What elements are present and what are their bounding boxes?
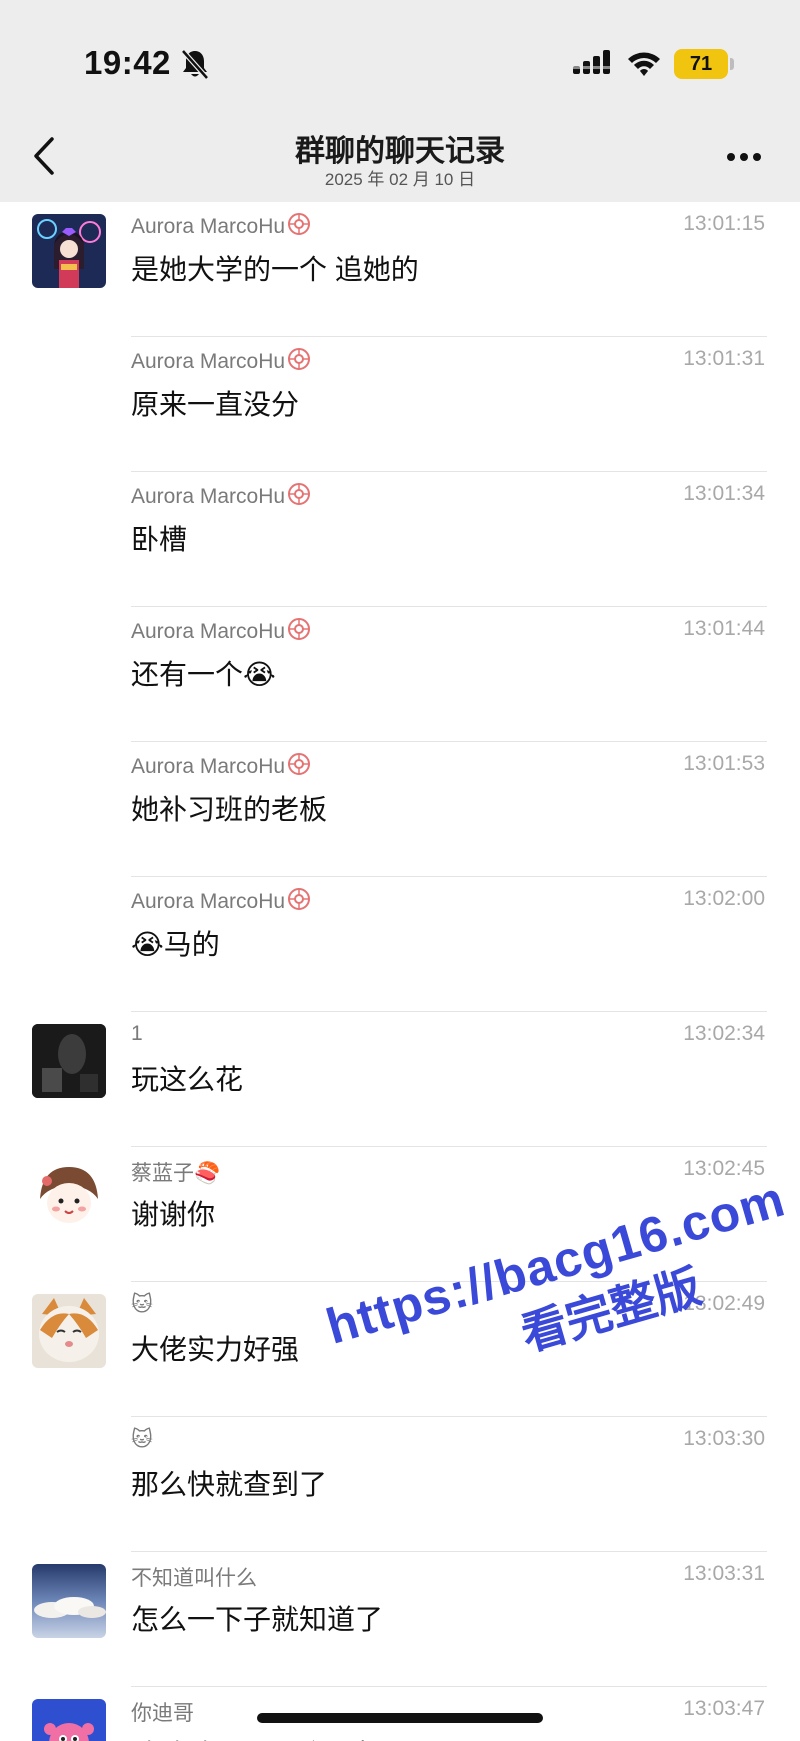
sender-name: Aurora MarcoHu: [131, 212, 311, 239]
message-item[interactable]: 蔡蓝子🍣 13:02:45 谢谢你: [0, 1147, 800, 1282]
sender-name: Aurora MarcoHu: [131, 887, 311, 914]
message-text: 大佬实力好强: [131, 1334, 300, 1365]
message-text: 还有一个😭: [131, 659, 276, 690]
top-area: 19:42 71 群聊的聊天记录 2025 年 02 月 10 日: [0, 0, 800, 202]
avatar-sky[interactable]: [32, 1564, 106, 1638]
sender-name: 不知道叫什么: [131, 1567, 257, 1590]
message-item[interactable]: Aurora MarcoHu 13:02:00 😭马的: [0, 877, 800, 1012]
message-item[interactable]: 🐱 13:03:30 那么快就查到了: [0, 1417, 800, 1552]
message-time: 13:01:15: [683, 212, 765, 235]
message-time: 13:03:31: [683, 1562, 765, 1585]
battery-cap: [730, 58, 734, 70]
sender-name: 🐱: [131, 1428, 153, 1451]
message-text: 哈哈哈？一下个一起？: [131, 1733, 411, 1741]
sender-name: Aurora MarcoHu: [131, 347, 311, 374]
message-item[interactable]: 🐱 13:02:49 大佬实力好强: [0, 1282, 800, 1417]
sender-name: 蔡蓝子🍣: [131, 1162, 221, 1185]
sender-name: 你迪哥: [131, 1702, 194, 1725]
message-item[interactable]: 1 13:02:34 玩这么花: [0, 1012, 800, 1147]
message-time: 13:01:53: [683, 752, 765, 775]
message-item[interactable]: Aurora MarcoHu 13:01:44 还有一个😭: [0, 607, 800, 742]
message-time: 13:01:34: [683, 482, 765, 505]
message-text: 那么快就查到了: [131, 1469, 328, 1500]
badge-icon: [288, 753, 311, 775]
message-time: 13:03:30: [683, 1427, 765, 1450]
badge-icon: [288, 618, 311, 640]
battery-icon: 71: [674, 49, 728, 79]
message-time: 13:01:31: [683, 347, 765, 370]
message-time: 13:02:00: [683, 887, 765, 910]
wifi-icon: [628, 52, 660, 76]
message-time: 13:02:34: [683, 1022, 765, 1045]
message-text: 原来一直没分: [131, 389, 300, 420]
message-time: 13:02:49: [683, 1292, 765, 1315]
avatar-cartoon-girl[interactable]: [32, 1159, 106, 1233]
avatar-cat[interactable]: [32, 1294, 106, 1368]
message-item[interactable]: 不知道叫什么 13:03:31 怎么一下子就知道了: [0, 1552, 800, 1687]
page-title: 群聊的聊天记录: [295, 135, 505, 168]
message-text: 是她大学的一个 追她的: [131, 254, 419, 285]
sender-name: Aurora MarcoHu: [131, 752, 311, 779]
badge-icon: [288, 213, 311, 235]
message-text: 谢谢你: [131, 1199, 216, 1230]
message-text: 怎么一下子就知道了: [131, 1604, 384, 1635]
bell-off-icon: [181, 49, 209, 80]
message-text: 😭马的: [131, 929, 220, 960]
message-time: 13:03:47: [683, 1697, 765, 1720]
sender-name: 🐱: [131, 1293, 153, 1316]
message-text: 玩这么花: [131, 1064, 244, 1095]
more-horizontal-icon[interactable]: [726, 152, 762, 162]
page-subtitle-date: 2025 年 02 月 10 日: [324, 170, 476, 189]
badge-icon: [288, 888, 311, 910]
message-list[interactable]: Aurora MarcoHu 13:01:15 是她大学的一个 追她的 Auro…: [0, 202, 800, 1741]
status-bar: 19:42 71: [0, 0, 800, 120]
sender-name: Aurora MarcoHu: [131, 617, 311, 644]
message-item[interactable]: Aurora MarcoHu 13:01:34 卧槽: [0, 472, 800, 607]
message-text: 卧槽: [131, 524, 188, 555]
message-time: 13:01:44: [683, 617, 765, 640]
battery-level: 71: [689, 53, 713, 75]
sender-name: Aurora MarcoHu: [131, 482, 311, 509]
avatar-dark-photo[interactable]: [32, 1024, 106, 1098]
message-item[interactable]: Aurora MarcoHu 13:01:31 原来一直没分: [0, 337, 800, 472]
message-item[interactable]: Aurora MarcoHu 13:01:53 她补习班的老板: [0, 742, 800, 877]
status-time: 19:42: [84, 44, 171, 81]
home-indicator[interactable]: [257, 1713, 543, 1723]
signal-icon: [573, 50, 610, 74]
sender-name: 1: [131, 1022, 143, 1045]
message-item[interactable]: Aurora MarcoHu 13:01:15 是她大学的一个 追她的: [0, 202, 800, 337]
message-time: 13:02:45: [683, 1157, 765, 1180]
avatar-anime-girl[interactable]: [32, 214, 106, 288]
message-text: 她补习班的老板: [131, 794, 328, 825]
badge-icon: [288, 483, 311, 505]
badge-icon: [288, 348, 311, 370]
avatar-pink-creature[interactable]: [32, 1699, 106, 1741]
